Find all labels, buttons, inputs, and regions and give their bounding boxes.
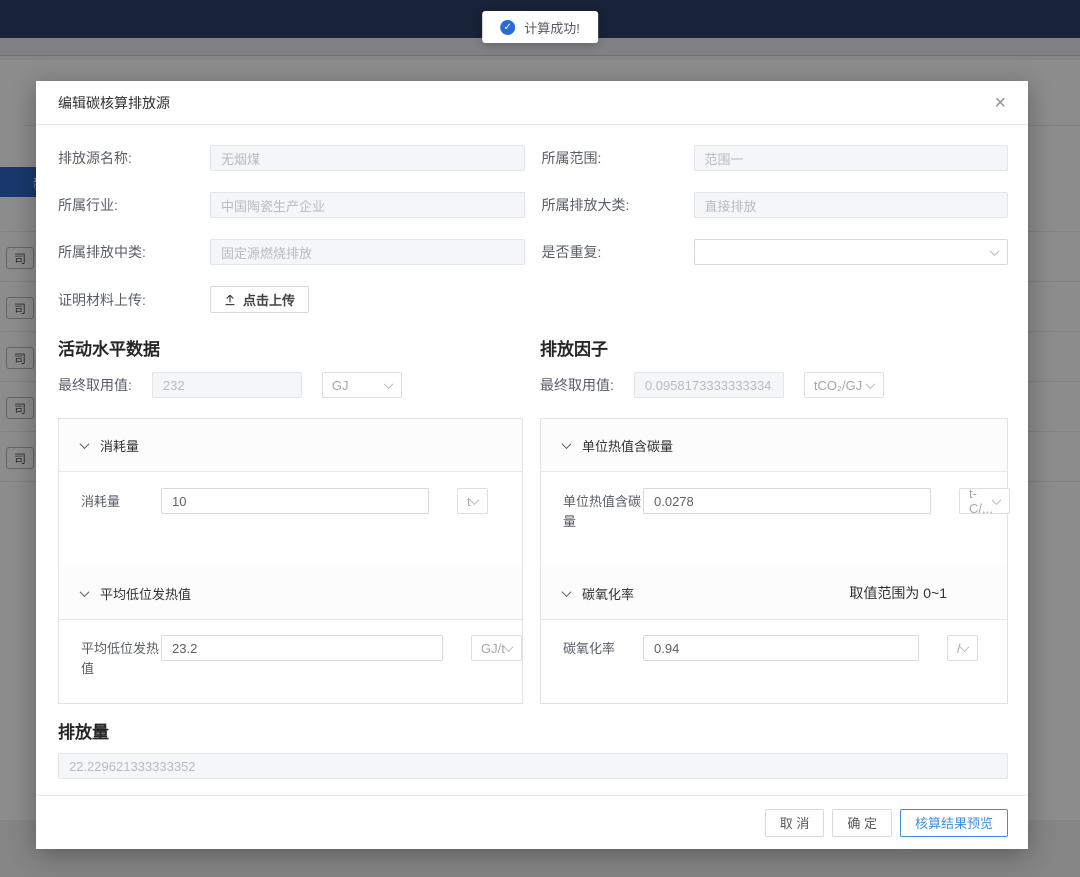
mid-category-label: 所属排放中类: — [58, 242, 210, 262]
check-circle-icon: ✓ — [500, 20, 515, 35]
oxidation-rate-unit-select: / — [947, 635, 978, 661]
upload-button[interactable]: 点击上传 — [210, 286, 309, 313]
consumption-panel-body: 消耗量 t — [59, 472, 522, 567]
factor-section: 排放因子 最终取用值: tCO₂/GJ 单位热值含碳量 单位热值含碳 — [540, 335, 1008, 704]
upload-label: 证明材料上传: — [58, 290, 210, 310]
consumption-row-label: 消耗量 — [81, 488, 161, 512]
activity-unit-select: GJ — [322, 372, 402, 398]
upload-icon — [224, 294, 236, 306]
carbon-content-unit-select: t-C/... — [959, 488, 1010, 514]
field-scope: 所属范围: — [542, 145, 1009, 171]
upload-button-label: 点击上传 — [243, 290, 295, 309]
chevron-down-icon — [991, 495, 1001, 505]
field-industry: 所属行业: — [58, 192, 525, 218]
carbon-content-panel-title: 单位热值含碳量 — [582, 436, 673, 455]
carbon-content-input[interactable] — [643, 488, 931, 514]
consumption-input[interactable] — [161, 488, 429, 514]
major-category-input — [694, 192, 1009, 218]
duplicate-label: 是否重复: — [542, 242, 694, 262]
success-toast: ✓ 计算成功! — [482, 11, 598, 43]
oxidation-rate-row-label: 碳氧化率 — [563, 635, 643, 659]
source-name-label: 排放源名称: — [58, 148, 210, 168]
oxidation-rate-input[interactable] — [643, 635, 919, 661]
heating-value-panel-header[interactable]: 平均低位发热值 — [59, 567, 522, 620]
toast-message: 计算成功! — [524, 18, 580, 37]
factor-heading: 排放因子 — [540, 335, 1008, 360]
consumption-panel-header[interactable]: 消耗量 — [59, 419, 522, 472]
field-duplicate: 是否重复: — [542, 239, 1009, 265]
chevron-down-icon — [865, 379, 875, 389]
data-sections: 活动水平数据 最终取用值: GJ 消耗量 消耗量 — [58, 335, 1008, 704]
scope-label: 所属范围: — [542, 148, 694, 168]
basic-info-form: 排放源名称: 所属范围: 所属行业: 所属排放大类: 所属排放中类: 是否重复: — [58, 145, 1008, 313]
emission-heading: 排放量 — [58, 718, 1008, 743]
factor-final-label: 最终取用值: — [540, 375, 614, 395]
factor-unit-value: tCO₂/GJ — [814, 378, 862, 393]
factor-collapse: 单位热值含碳量 单位热值含碳量 t-C/... — [540, 418, 1008, 704]
activity-final-row: 最终取用值: GJ — [58, 372, 523, 398]
major-category-label: 所属排放大类: — [542, 195, 694, 215]
oxidation-rate-panel-header[interactable]: 碳氧化率 取值范围为 0~1 — [541, 567, 1007, 620]
field-mid-category: 所属排放中类: — [58, 239, 525, 265]
emission-total-input — [58, 753, 1008, 779]
duplicate-select[interactable] — [694, 239, 1009, 265]
heating-value-unit-select: GJ/t — [471, 635, 522, 661]
activity-final-input — [152, 372, 302, 398]
heating-value-panel-body: 平均低位发热值 GJ/t — [59, 619, 522, 703]
consumption-unit-select: t — [457, 488, 488, 514]
heating-value-row-label: 平均低位发热值 — [81, 635, 161, 678]
close-icon[interactable]: × — [994, 93, 1006, 113]
field-upload: 证明材料上传: 点击上传 — [58, 286, 525, 313]
chevron-down-icon — [80, 439, 90, 449]
activity-heading: 活动水平数据 — [58, 335, 523, 360]
chevron-down-icon — [990, 246, 1000, 256]
mid-category-input — [210, 239, 525, 265]
field-source-name: 排放源名称: — [58, 145, 525, 171]
heating-value-unit: GJ/t — [481, 641, 505, 656]
factor-unit-select: tCO₂/GJ — [804, 372, 884, 398]
factor-final-row: 最终取用值: tCO₂/GJ — [540, 372, 1008, 398]
activity-section: 活动水平数据 最终取用值: GJ 消耗量 消耗量 — [58, 335, 523, 704]
chevron-down-icon — [383, 379, 393, 389]
activity-final-label: 最终取用值: — [58, 375, 132, 395]
dialog-header: 编辑碳核算排放源 × — [36, 81, 1028, 125]
factor-final-input — [634, 372, 784, 398]
edit-emission-source-dialog: 编辑碳核算排放源 × 排放源名称: 所属范围: 所属行业: 所属排放大类: 所属… — [36, 81, 1028, 849]
carbon-content-panel-body: 单位热值含碳量 t-C/... — [541, 472, 1007, 567]
field-major-category: 所属排放大类: — [542, 192, 1009, 218]
chevron-down-icon — [80, 587, 90, 597]
activity-collapse: 消耗量 消耗量 t 平均低位发 — [58, 418, 523, 704]
carbon-content-unit: t-C/... — [969, 486, 993, 516]
industry-label: 所属行业: — [58, 195, 210, 215]
industry-input — [210, 192, 525, 218]
oxidation-rate-range-note: 取值范围为 0~1 — [849, 583, 947, 603]
preview-result-button[interactable]: 核算结果预览 — [900, 809, 1008, 837]
consumption-panel-title: 消耗量 — [100, 436, 139, 455]
dialog-footer: 取 消 确 定 核算结果预览 — [36, 795, 1028, 849]
dialog-title: 编辑碳核算排放源 — [58, 93, 170, 113]
dialog-body: 排放源名称: 所属范围: 所属行业: 所属排放大类: 所属排放中类: 是否重复: — [36, 125, 1028, 795]
scope-input — [694, 145, 1009, 171]
carbon-content-row-label: 单位热值含碳量 — [563, 488, 643, 531]
oxidation-rate-panel-title: 碳氧化率 — [582, 584, 634, 603]
carbon-content-panel-header[interactable]: 单位热值含碳量 — [541, 419, 1007, 472]
cancel-button[interactable]: 取 消 — [765, 809, 825, 837]
chevron-down-icon — [562, 587, 572, 597]
heating-value-input[interactable] — [161, 635, 443, 661]
oxidation-rate-panel-body: 碳氧化率 / — [541, 619, 1007, 703]
activity-unit-value: GJ — [332, 378, 349, 393]
chevron-down-icon — [562, 439, 572, 449]
source-name-input — [210, 145, 525, 171]
heating-value-panel-title: 平均低位发热值 — [100, 584, 191, 603]
confirm-button[interactable]: 确 定 — [832, 809, 892, 837]
